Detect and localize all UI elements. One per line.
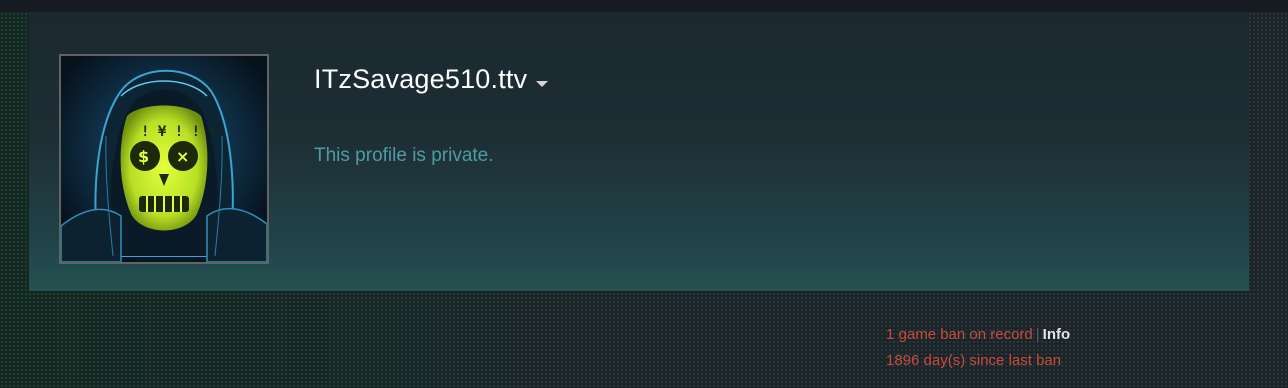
avatar[interactable]: ! ¥ ! ! ! $ × [59, 54, 269, 264]
days-since-ban-text: 1896 day(s) since last ban [886, 352, 1062, 369]
svg-text:×: × [176, 147, 189, 166]
persona-name: ITzSavage510.ttv [314, 64, 528, 94]
ban-status-panel: 1 game ban on record | Info 1896 day(s) si… [886, 322, 1070, 374]
chevron-down-icon[interactable] [536, 80, 549, 87]
game-ban-row: 1 game ban on record | Info [886, 322, 1070, 348]
profile-header: ! ¥ ! ! ! $ × ITzSavage510.ttv This prof… [29, 12, 1249, 291]
svg-text:$: $ [138, 147, 149, 166]
game-ban-text: 1 game ban on record [886, 326, 1033, 343]
avatar-image: ! ¥ ! ! ! $ × [61, 56, 267, 262]
ban-info-link[interactable]: Info [1043, 326, 1071, 343]
svg-text:! ¥ ! ! !: ! ¥ ! ! ! [141, 124, 217, 140]
persona-row: ITzSavage510.ttv [314, 64, 549, 95]
top-strip [0, 0, 1288, 12]
private-profile-message: This profile is private. [314, 145, 494, 166]
ban-separator: | [1035, 326, 1040, 343]
